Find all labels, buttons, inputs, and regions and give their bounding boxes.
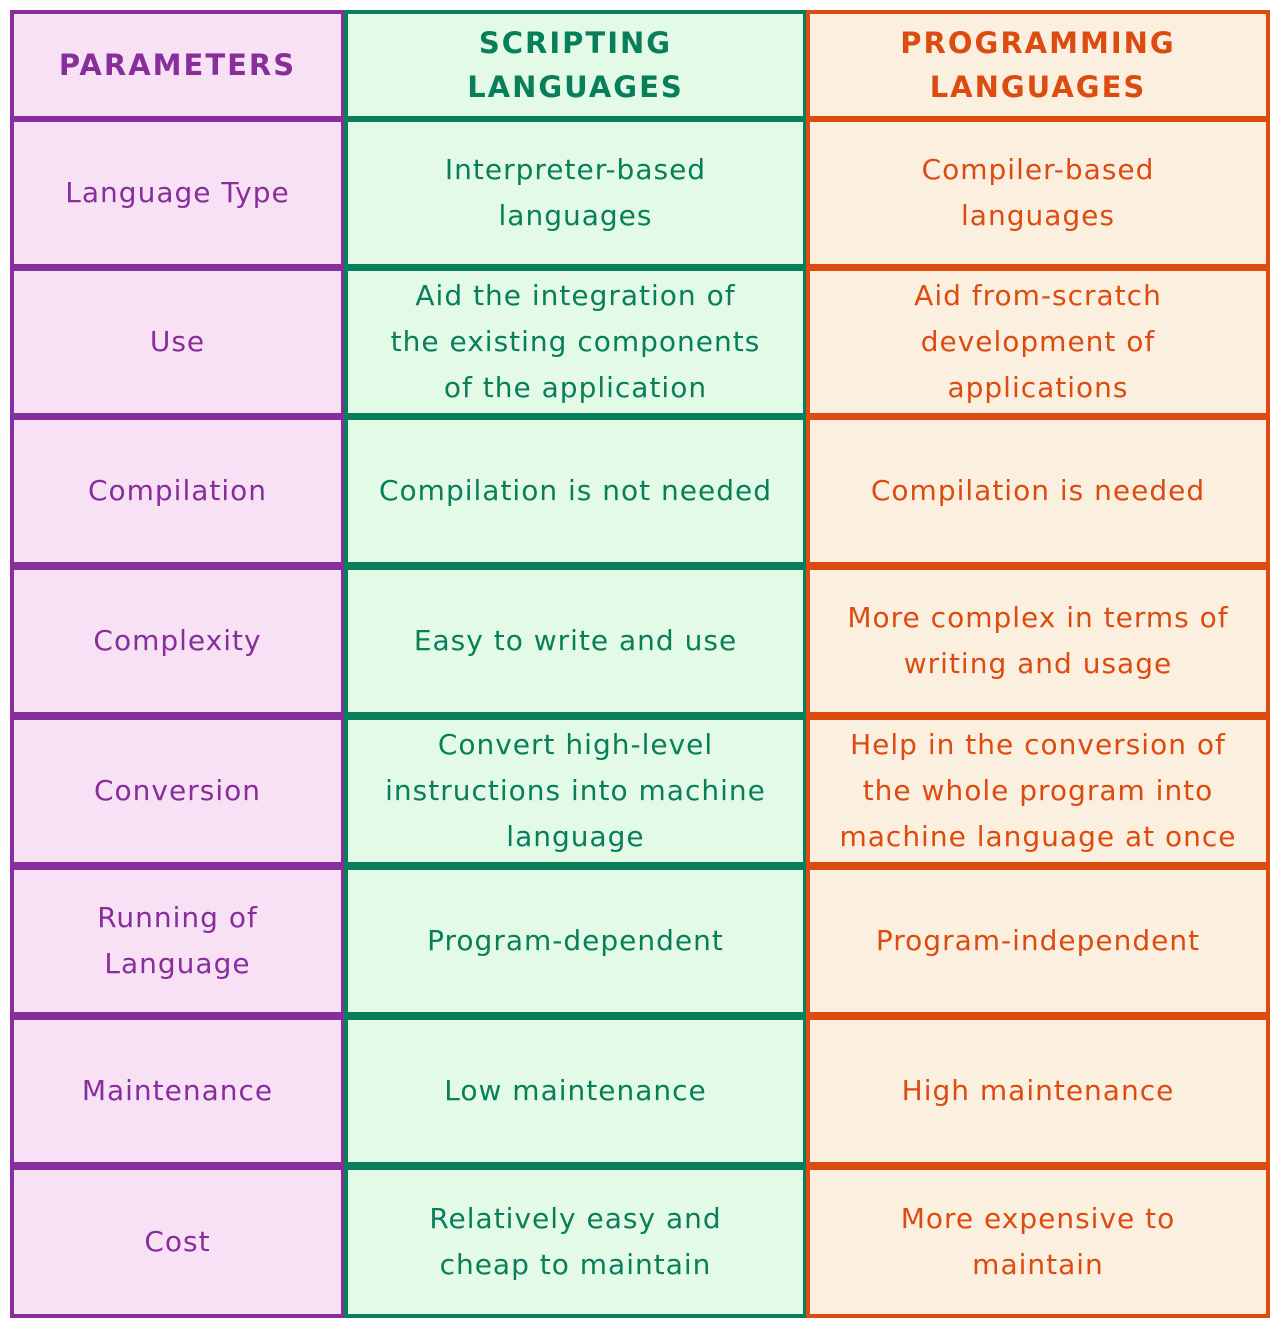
programming-cell: Compiler-based languages: [806, 118, 1270, 268]
scripting-cell: Interpreter-based languages: [344, 118, 807, 268]
parameter-cell: Maintenance: [10, 1016, 345, 1166]
programming-cell: Compilation is needed: [806, 416, 1270, 566]
parameter-cell: Conversion: [10, 716, 345, 866]
scripting-cell: Low maintenance: [344, 1016, 807, 1166]
parameter-cell: Complexity: [10, 566, 345, 716]
scripting-cell: Compilation is not needed: [344, 416, 807, 566]
scripting-cell: Program-dependent: [344, 866, 807, 1016]
header-scripting-languages: SCRIPTING LANGUAGES: [344, 10, 807, 120]
programming-cell: More complex in terms of writing and usa…: [806, 566, 1270, 716]
header-programming-languages: PROGRAMMING LANGUAGES: [806, 10, 1270, 120]
programming-cell: Aid from-scratch development of applicat…: [806, 267, 1270, 417]
parameter-cell: Use: [10, 267, 345, 417]
header-parameters: PARAMETERS: [10, 10, 345, 120]
scripting-cell: Convert high-level instructions into mac…: [344, 716, 807, 866]
parameter-cell: Compilation: [10, 416, 345, 566]
programming-cell: Program-independent: [806, 866, 1270, 1016]
parameter-cell: Language Type: [10, 118, 345, 268]
scripting-cell: Relatively easy and cheap to maintain: [344, 1166, 807, 1318]
parameter-cell: Running of Language: [10, 866, 345, 1016]
parameter-cell: Cost: [10, 1166, 345, 1318]
scripting-cell: Easy to write and use: [344, 566, 807, 716]
comparison-table: PARAMETERS SCRIPTING LANGUAGES PROGRAMMI…: [10, 10, 1272, 1318]
scripting-cell: Aid the integration of the existing comp…: [344, 267, 807, 417]
programming-cell: Help in the conversion of the whole prog…: [806, 716, 1270, 866]
programming-cell: More expensive to maintain: [806, 1166, 1270, 1318]
programming-cell: High maintenance: [806, 1016, 1270, 1166]
